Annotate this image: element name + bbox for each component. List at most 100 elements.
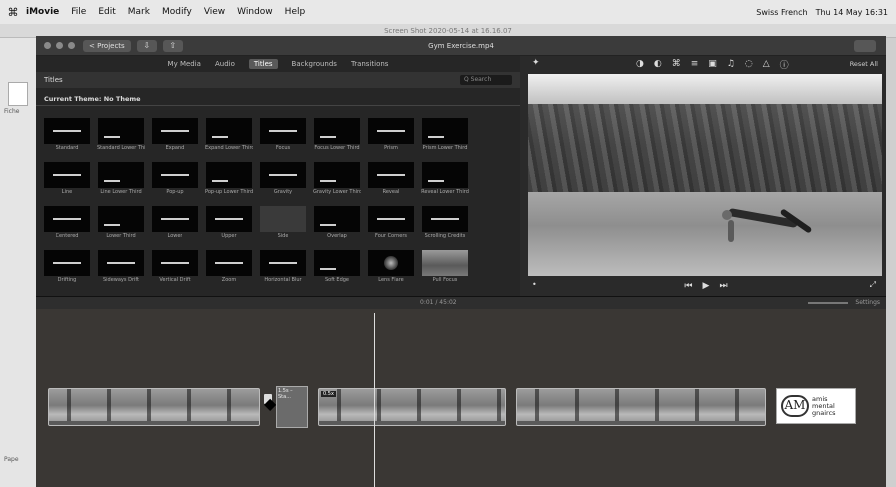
video-clip[interactable] [516, 388, 766, 426]
title-item[interactable]: Standard [44, 118, 90, 154]
title-preview-text [104, 180, 120, 182]
title-item[interactable]: Soft Edge [314, 250, 360, 286]
share-icon[interactable]: ⇧ [162, 39, 183, 52]
viewer-tool-icon[interactable]: ♫ [727, 59, 735, 69]
browser-tabs: My Media Audio Titles Backgrounds Transi… [36, 56, 520, 72]
title-preview-text [320, 268, 336, 270]
menu-mark[interactable]: Mark [128, 7, 150, 17]
title-item[interactable]: Expand [152, 118, 198, 154]
close-button[interactable] [44, 42, 51, 49]
settings-button[interactable]: Settings [855, 299, 880, 306]
title-item[interactable]: Sideways Drift [98, 250, 144, 286]
title-item[interactable]: Reveal [368, 162, 414, 198]
title-item[interactable]: Four Corners [368, 206, 414, 242]
document-thumbnail[interactable] [8, 82, 28, 106]
speed-badge: 0.5x [321, 391, 336, 397]
menu-window[interactable]: Window [237, 7, 273, 17]
title-preview-text [161, 262, 189, 264]
title-item[interactable]: Gravity [260, 162, 306, 198]
title-item[interactable]: Expand Lower Third [205, 118, 253, 154]
title-bar: < Projects ⇩ ⇧ Gym Exercise.mp4 [36, 36, 886, 56]
title-preview-text [212, 136, 228, 138]
tab-my-media[interactable]: My Media [168, 60, 201, 68]
title-preview-text [104, 224, 120, 226]
zoom-slider[interactable] [808, 302, 848, 304]
title-item[interactable]: Focus [260, 118, 306, 154]
title-clip-label: 1.5s – Sta... [278, 388, 293, 400]
title-item[interactable]: Focus Lower Third [314, 118, 360, 154]
tab-audio[interactable]: Audio [215, 60, 235, 68]
title-item[interactable]: Pop-up [152, 162, 198, 198]
viewer-tool-icon[interactable]: ⌘ [672, 59, 681, 69]
title-item[interactable]: Lens Flare [368, 250, 414, 286]
title-item[interactable]: Pull Focus [422, 250, 468, 286]
fullscreen-icon[interactable]: ⤢ [870, 280, 876, 290]
clock[interactable]: Thu 14 May 16:31 [816, 8, 888, 17]
title-item[interactable]: Gravity Lower Third [313, 162, 361, 198]
previous-button[interactable]: ⏮ [684, 281, 692, 291]
title-item[interactable]: Reveal Lower Third [421, 162, 469, 198]
keyboard-layout[interactable]: Swiss French [756, 8, 807, 17]
title-item[interactable]: Lower Third [98, 206, 144, 242]
viewer-tool-icon[interactable]: ⓘ [780, 58, 789, 71]
projects-button[interactable]: < Projects [83, 39, 131, 52]
viewer-tool-icon[interactable]: ▣ [708, 59, 717, 69]
title-clip[interactable]: 1.5s – Sta... [276, 386, 308, 428]
logo-clip[interactable]: AM amis mental gnaircs [776, 388, 856, 424]
title-item[interactable]: Overlap [314, 206, 360, 242]
import-icon[interactable]: ⇩ [136, 39, 157, 52]
title-item[interactable]: Prism Lower Third [422, 118, 468, 154]
playhead[interactable] [374, 313, 375, 487]
title-item[interactable]: Zoom [206, 250, 252, 286]
search-input[interactable]: Q Search [460, 75, 512, 85]
title-item[interactable]: Scrolling Credits [422, 206, 468, 242]
title-thumbnail [368, 162, 414, 188]
minimize-button[interactable] [56, 42, 63, 49]
title-item[interactable]: Drifting [44, 250, 90, 286]
zoom-button[interactable] [68, 42, 75, 49]
title-label: Zoom [221, 277, 237, 283]
tab-titles[interactable]: Titles [248, 59, 278, 69]
viewer-tool-icon[interactable]: ◑ [636, 59, 644, 69]
title-item[interactable]: Line Lower Third [98, 162, 144, 198]
document-label: Pape [4, 456, 19, 463]
menu-modify[interactable]: Modify [162, 7, 192, 17]
title-item[interactable]: Vertical Drift [152, 250, 198, 286]
title-item[interactable]: Centered [44, 206, 90, 242]
video-clip[interactable] [48, 388, 260, 426]
apple-icon[interactable]: ⌘ [0, 6, 26, 19]
title-item[interactable]: Pop-up Lower Third [205, 162, 253, 198]
menu-view[interactable]: View [204, 7, 225, 17]
menu-edit[interactable]: Edit [98, 7, 115, 17]
viewer-tool-icon[interactable]: △ [763, 59, 770, 69]
video-viewer[interactable] [528, 74, 882, 276]
menu-imovie[interactable]: iMovie [26, 7, 59, 17]
menu-help[interactable]: Help [285, 7, 306, 17]
title-label: Centered [55, 233, 79, 239]
title-label: Lens Flare [378, 277, 404, 283]
viewer-tool-icon[interactable]: ◐ [654, 59, 662, 69]
reset-all-button[interactable]: Reset All [850, 60, 878, 68]
next-button[interactable]: ⏭ [719, 281, 727, 291]
viewer-tool-icon[interactable]: ◌ [745, 59, 753, 69]
menu-file[interactable]: File [71, 7, 86, 17]
title-item[interactable]: Side [260, 206, 306, 242]
share-button[interactable] [854, 40, 876, 52]
title-preview-text [53, 218, 81, 220]
transition-icon[interactable]: ◆ [264, 394, 276, 413]
title-item[interactable]: Prism [368, 118, 414, 154]
magic-wand-icon[interactable]: ✦ [532, 58, 540, 68]
tab-transitions[interactable]: Transitions [351, 60, 389, 68]
microphone-icon[interactable]: • [532, 280, 537, 289]
title-preview-text [377, 130, 405, 132]
video-clip[interactable]: 0.5x [318, 388, 506, 426]
title-item[interactable]: Standard Lower Third [97, 118, 145, 154]
viewer-tool-icon[interactable]: ≡ [691, 59, 699, 69]
tab-backgrounds[interactable]: Backgrounds [292, 60, 337, 68]
play-button[interactable]: ▶ [703, 281, 710, 291]
title-item[interactable]: Lower [152, 206, 198, 242]
title-item[interactable]: Upper [206, 206, 252, 242]
title-item[interactable]: Horizontal Blur [260, 250, 306, 286]
title-item[interactable]: Line [44, 162, 90, 198]
title-label: Gravity [273, 189, 293, 195]
